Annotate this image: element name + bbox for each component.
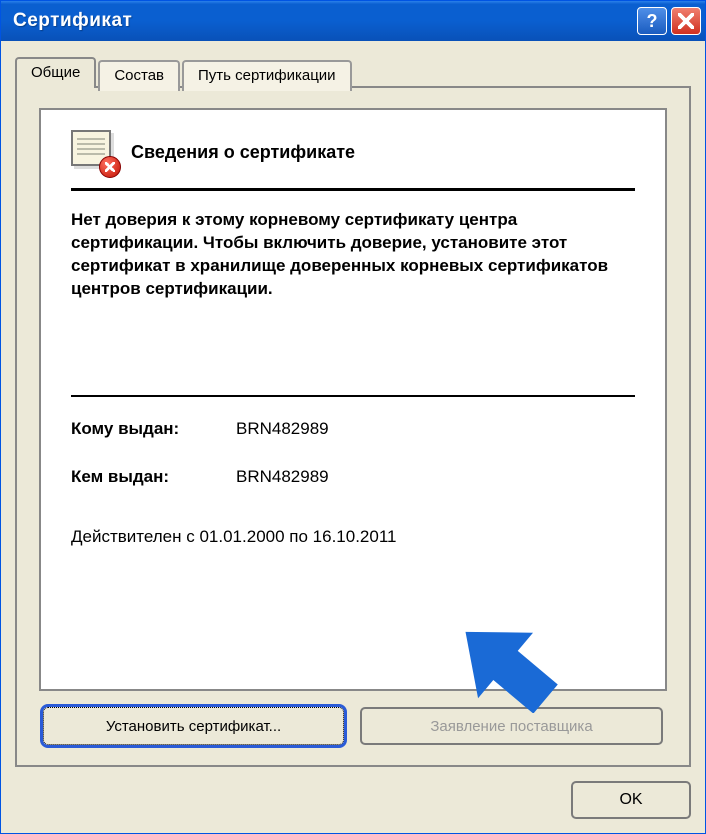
- certificate-dialog: Сертификат ? Общие Состав Путь сертифика…: [0, 0, 706, 834]
- arrow-icon: [442, 613, 562, 713]
- close-button[interactable]: [671, 7, 701, 35]
- divider-thin: [71, 395, 635, 397]
- tab-details[interactable]: Состав: [98, 60, 180, 91]
- issued-by-value: BRN482989: [236, 467, 329, 487]
- help-button[interactable]: ?: [637, 7, 667, 35]
- ok-button[interactable]: OK: [571, 781, 691, 819]
- window-title: Сертификат: [13, 10, 637, 32]
- certificate-heading: Сведения о сертификате: [131, 142, 355, 163]
- install-certificate-button[interactable]: Установить сертификат...: [43, 707, 344, 745]
- issued-to-row: Кому выдан: BRN482989: [71, 419, 635, 439]
- certificate-trust-message: Нет доверия к этому корневому сертификат…: [71, 209, 635, 301]
- client-area: Общие Состав Путь сертификации Сведения …: [1, 41, 705, 833]
- issued-by-label: Кем выдан:: [71, 467, 236, 487]
- certificate-header: Сведения о сертификате: [71, 130, 635, 174]
- dialog-bottom-bar: OK: [15, 767, 691, 819]
- divider-thick: [71, 188, 635, 191]
- tab-certification-path[interactable]: Путь сертификации: [182, 60, 352, 91]
- issued-to-label: Кому выдан:: [71, 419, 236, 439]
- issued-to-value: BRN482989: [236, 419, 329, 439]
- tab-general[interactable]: Общие: [15, 57, 96, 88]
- help-icon: ?: [647, 11, 658, 32]
- certificate-button-row: Установить сертификат... Заявление поста…: [39, 707, 667, 745]
- certificate-info-panel: Сведения о сертификате Нет доверия к это…: [39, 108, 667, 691]
- titlebar-buttons: ?: [637, 7, 701, 35]
- issued-by-row: Кем выдан: BRN482989: [71, 467, 635, 487]
- tab-panel-general: Сведения о сертификате Нет доверия к это…: [15, 86, 691, 767]
- validity-period: Действителен с 01.01.2000 по 16.10.2011: [71, 527, 635, 547]
- titlebar[interactable]: Сертификат ?: [1, 1, 705, 41]
- certificate-error-icon: [71, 130, 117, 174]
- tab-row: Общие Состав Путь сертификации: [15, 57, 691, 88]
